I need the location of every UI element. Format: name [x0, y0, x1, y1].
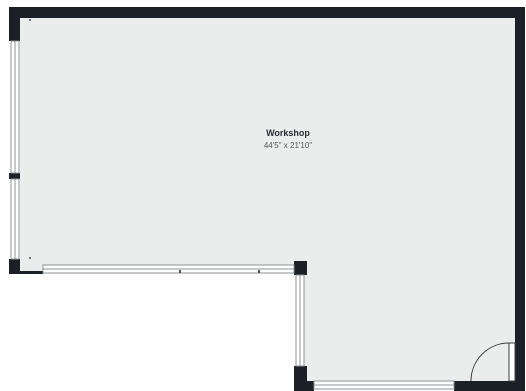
door-leaf [508, 342, 516, 382]
room-dimensions: 44'5" x 21'10" [264, 141, 312, 150]
workshop-floor [20, 18, 515, 383]
top-wall [9, 7, 525, 18]
left-wall-middle [9, 173, 20, 179]
left-wall-upper [9, 7, 20, 41]
inner-horizontal-wall-left [9, 271, 43, 274]
room-name: Workshop [266, 128, 310, 138]
inner-wall-corner [294, 261, 307, 275]
bottom-wall-right [454, 381, 525, 391]
right-wall [515, 7, 525, 391]
bottom-wall-left [294, 381, 314, 391]
floor-plan: Workshop 44'5" x 21'10" [9, 7, 525, 391]
